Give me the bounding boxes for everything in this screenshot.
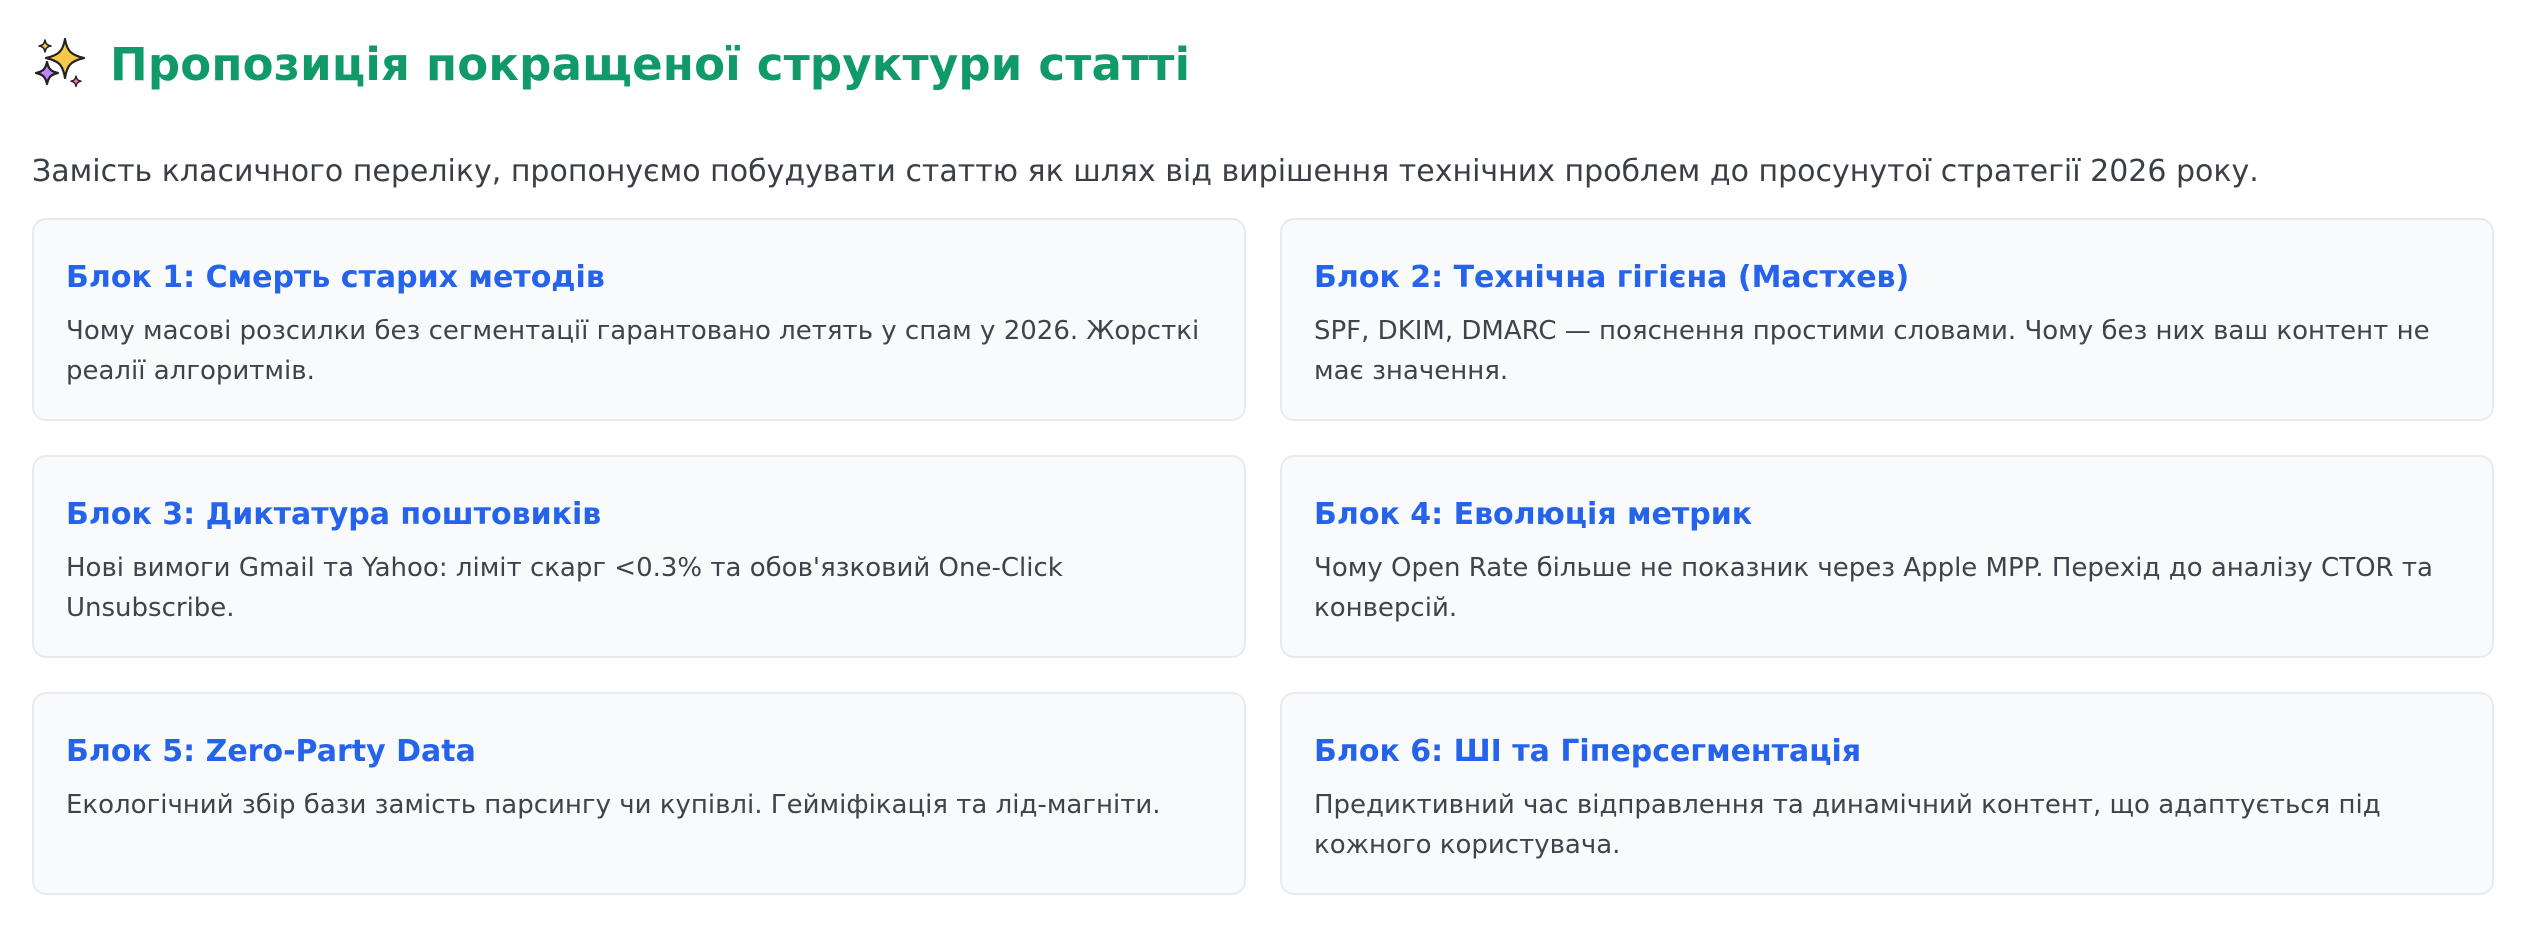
block-description: SPF, DKIM, DMARC — пояснення простими сл… bbox=[1314, 316, 2430, 386]
block-card-1: Блок 1: Смерть старих методів Чому масов… bbox=[32, 218, 1246, 421]
block-title: Блок 5: Zero-Party Data bbox=[66, 734, 476, 769]
block-card-6: Блок 6: ШІ та Гіперсегментація Предиктив… bbox=[1280, 692, 2494, 895]
header: Пропозиція покращеної структури статті bbox=[32, 32, 2494, 96]
block-title: Блок 1: Смерть старих методів bbox=[66, 260, 605, 295]
block-description: Чому Open Rate більше не показник через … bbox=[1314, 553, 2433, 623]
block-description: Предиктивний час відправлення та динаміч… bbox=[1314, 790, 2381, 860]
block-title: Блок 3: Диктатура поштовиків bbox=[66, 497, 602, 532]
page-subtitle: Замість класичного переліку, пропонуємо … bbox=[32, 154, 2259, 189]
blocks-grid: Блок 1: Смерть старих методів Чому масов… bbox=[32, 218, 2494, 895]
sparkles-icon bbox=[32, 36, 88, 92]
block-title: Блок 4: Еволюція метрик bbox=[1314, 497, 1753, 532]
article-structure-section: Пропозиція покращеної структури статті З… bbox=[0, 0, 2526, 928]
block-card-4: Блок 4: Еволюція метрик Чому Open Rate б… bbox=[1280, 455, 2494, 658]
block-description: Чому масові розсилки без сегментації гар… bbox=[66, 316, 1200, 386]
block-card-3: Блок 3: Диктатура поштовиків Нові вимоги… bbox=[32, 455, 1246, 658]
block-description: Нові вимоги Gmail та Yahoo: ліміт скарг … bbox=[66, 553, 1063, 623]
block-title: Блок 6: ШІ та Гіперсегментація bbox=[1314, 734, 1862, 769]
block-title: Блок 2: Технічна гігієна (Мастхев) bbox=[1314, 260, 1910, 295]
block-card-2: Блок 2: Технічна гігієна (Мастхев) SPF, … bbox=[1280, 218, 2494, 421]
block-card-5: Блок 5: Zero-Party Data Екологічний збір… bbox=[32, 692, 1246, 895]
page-title: Пропозиція покращеної структури статті bbox=[110, 37, 1191, 91]
block-description: Екологічний збір бази замість парсингу ч… bbox=[66, 790, 1161, 820]
